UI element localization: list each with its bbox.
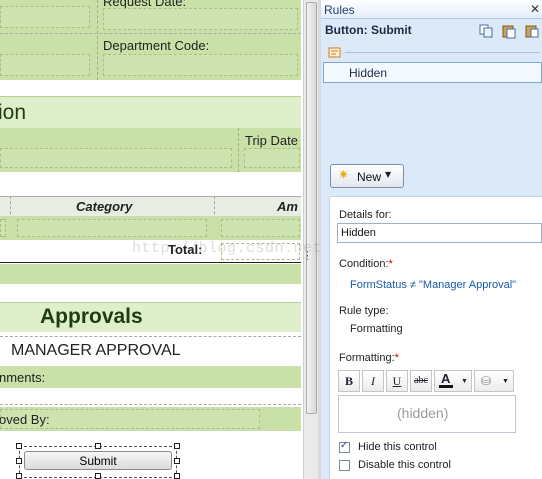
field-left-1[interactable] <box>0 6 90 28</box>
disable-control-label: Disable this control <box>358 459 451 471</box>
font-color-swatch <box>439 385 453 388</box>
trip-date-label: Trip Date <box>245 133 298 148</box>
section-title-band <box>0 96 301 128</box>
resize-handle[interactable] <box>16 473 22 479</box>
column-divider <box>97 0 98 80</box>
total-band <box>0 264 301 284</box>
details-for-value: Hidden <box>341 227 376 239</box>
rule-type-value: Formatting <box>350 323 403 335</box>
formatting-label-text: Formatting: <box>339 352 395 364</box>
approvals-title: Approvals <box>40 305 143 328</box>
comments-label: nments: <box>0 370 46 385</box>
rule-type-label: Rule type: <box>339 305 389 317</box>
required-marker: * <box>388 258 393 270</box>
rules-pane: Rules ✕ Button: Submit Hidden ✷ New ▼ De… <box>321 0 542 479</box>
condition-link[interactable]: FormStatus ≠ "Manager Approval" <box>350 279 516 291</box>
amount-field[interactable] <box>221 219 300 237</box>
rule-list-separator <box>345 52 540 53</box>
amount-header: Am <box>277 199 298 214</box>
resize-handle[interactable] <box>16 458 22 464</box>
bold-button[interactable]: B <box>338 370 360 392</box>
resize-handle[interactable] <box>174 473 180 479</box>
approvals-divider <box>0 336 301 337</box>
category-field[interactable] <box>17 219 207 237</box>
italic-button[interactable]: I <box>362 370 384 392</box>
paste-rule-icon[interactable] <box>501 23 517 39</box>
scrollbar-thumb[interactable] <box>306 2 317 414</box>
trip-left-field[interactable] <box>0 148 232 168</box>
condition-label-text: Condition: <box>339 258 389 270</box>
rules-header: Button: Submit <box>325 23 412 37</box>
strikethrough-button[interactable]: abc <box>410 370 432 392</box>
resize-handle[interactable] <box>174 443 180 449</box>
submit-button[interactable]: Submit <box>24 451 172 470</box>
request-date-field[interactable] <box>103 8 298 30</box>
splitter-grip[interactable]: :: <box>306 250 309 263</box>
shading-button[interactable]: ⛁ ▼ <box>474 370 514 392</box>
new-rule-button-label: New <box>357 170 382 184</box>
resize-handle[interactable] <box>16 443 22 449</box>
field-left-2[interactable] <box>0 54 90 76</box>
condition-label: Condition:* <box>339 258 393 270</box>
row-left-field[interactable] <box>0 219 6 237</box>
expense-table-header <box>0 196 301 216</box>
rule-icon <box>328 47 341 58</box>
new-star-icon: ✷ <box>338 168 349 183</box>
chevron-down-icon: ▼ <box>461 377 468 385</box>
rule-list-item-label: Hidden <box>349 66 388 80</box>
total-line <box>0 262 301 263</box>
formatting-preview-text: (hidden) <box>397 405 449 421</box>
resize-handle[interactable] <box>95 473 101 479</box>
disable-control-checkbox[interactable] <box>339 460 350 471</box>
formatting-label: Formatting:* <box>339 352 399 364</box>
resize-handle[interactable] <box>95 443 101 449</box>
copy-rule-icon[interactable] <box>478 23 494 39</box>
trip-divider <box>238 128 239 172</box>
paint-bucket-icon: ⛁ <box>481 374 492 388</box>
comments-divider <box>0 404 301 405</box>
close-icon[interactable]: ✕ <box>530 2 540 16</box>
paste-icon[interactable] <box>524 23 540 39</box>
font-color-button[interactable]: A ▼ <box>434 370 472 392</box>
trip-date-field[interactable] <box>244 148 300 168</box>
hide-control-label: Hide this control <box>358 441 437 453</box>
details-for-label: Details for: <box>339 209 392 221</box>
chevron-down-icon: ▼ <box>385 170 392 179</box>
section-title: ion <box>0 101 27 124</box>
department-code-label: Department Code: <box>103 38 210 53</box>
category-header: Category <box>76 199 133 214</box>
required-marker: * <box>394 352 399 364</box>
chevron-down-icon: ▼ <box>502 377 509 385</box>
underline-button[interactable]: U <box>386 370 408 392</box>
department-code-field[interactable] <box>103 54 298 76</box>
row-divider <box>0 33 301 34</box>
hide-control-checkbox[interactable]: ✓ <box>339 440 350 453</box>
checkmark-icon: ✓ <box>340 440 349 451</box>
rules-pane-title: Rules <box>324 3 355 17</box>
manager-approval-label: MANAGER APPROVAL <box>11 342 181 359</box>
approved-by-label: oved By: <box>0 412 50 427</box>
resize-handle[interactable] <box>174 458 180 464</box>
